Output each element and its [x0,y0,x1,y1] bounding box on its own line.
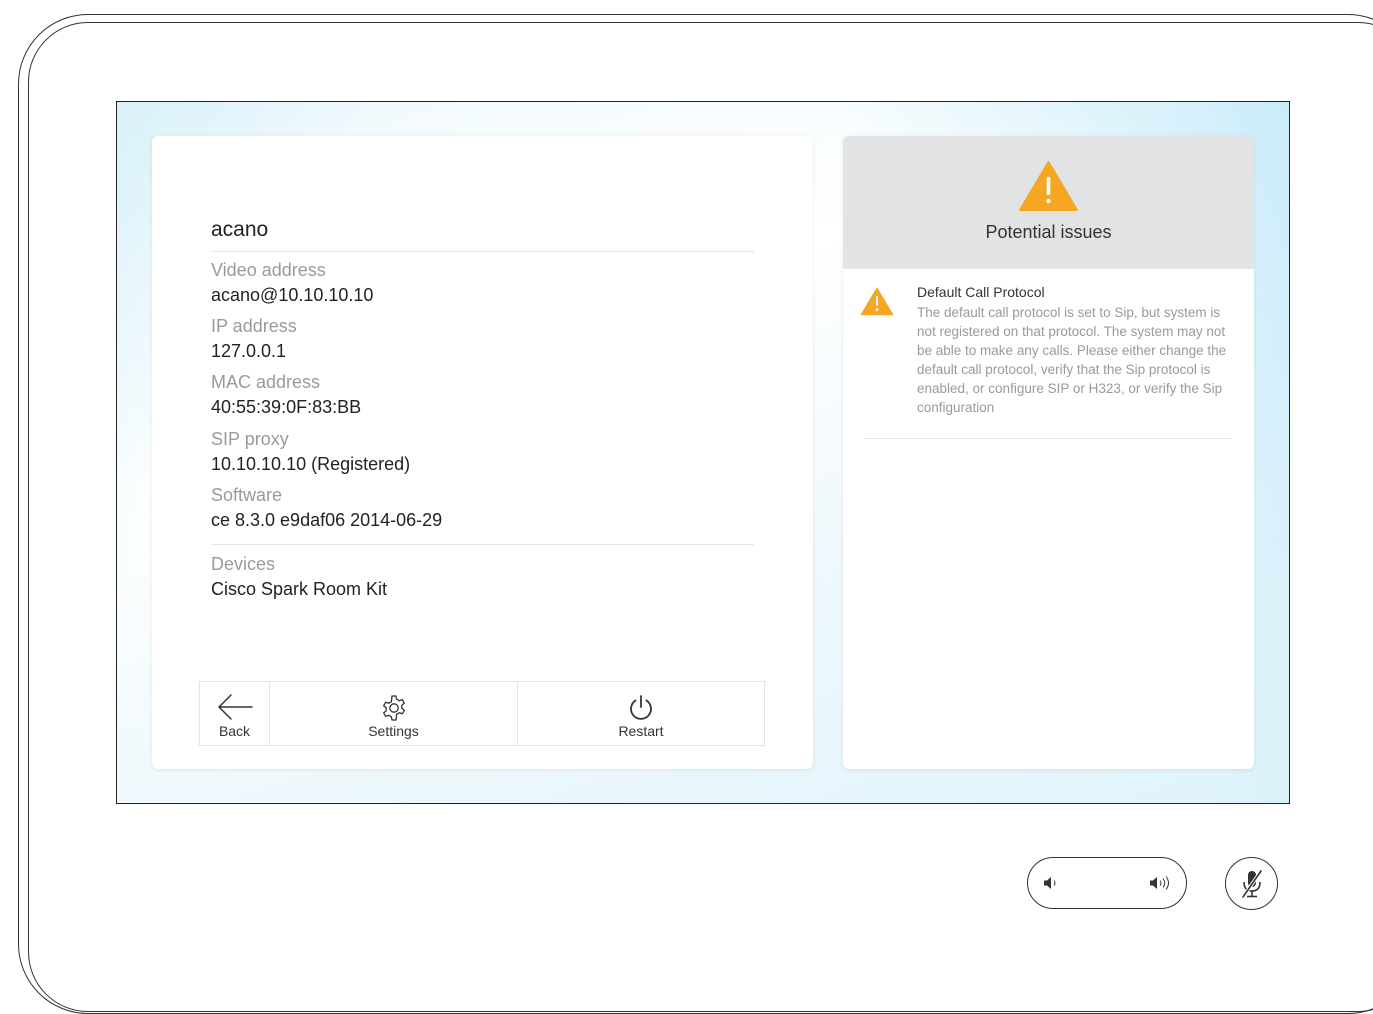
ip-address-value: 127.0.0.1 [211,341,287,361]
issue-description: The default call protocol is set to Sip,… [917,305,1227,415]
settings-label: Settings [368,723,419,739]
restart-button[interactable]: Restart [518,682,764,745]
system-info-panel: acano Video address acano@10.10.10.10 IP… [152,136,813,769]
restart-label: Restart [618,723,664,739]
devices-value: Cisco Spark Room Kit [211,579,388,599]
arrow-left-icon [216,693,254,726]
ip-address-label: IP address [211,316,297,336]
issues-title: Potential issues [985,222,1112,242]
divider [211,544,754,545]
speaker-high-icon[interactable] [1148,875,1172,896]
back-button[interactable]: Back [200,682,270,745]
sip-proxy-label: SIP proxy [211,429,289,449]
microphone-mute-button[interactable] [1225,857,1278,910]
settings-button[interactable]: Settings [270,682,518,745]
mac-address-label: MAC address [211,372,321,392]
issue-title: Default Call Protocol [917,284,1045,300]
video-address-label: Video address [211,260,326,280]
divider [865,438,1232,439]
sip-proxy-value: 10.10.10.10 (Registered) [211,454,411,474]
warning-triangle-icon [1018,160,1079,217]
back-label: Back [218,723,251,739]
devices-label: Devices [211,554,276,574]
action-toolbar: Back Settings Restart [199,681,765,746]
system-name: acano [211,218,269,241]
volume-control[interactable] [1027,857,1187,909]
speaker-low-icon[interactable] [1042,875,1062,896]
touch-screen: acano Video address acano@10.10.10.10 IP… [116,101,1290,804]
warning-triangle-icon [860,287,894,321]
software-value: ce 8.3.0 e9daf06 2014-06-29 [211,510,443,530]
potential-issues-panel: Potential issues Default Call Protocol T… [843,136,1254,769]
software-label: Software [211,485,283,505]
issues-header: Potential issues [843,136,1254,269]
video-address-value: acano@10.10.10.10 [211,285,374,305]
mac-address-value: 40:55:39:0F:83:BB [211,397,362,417]
divider [211,251,754,252]
